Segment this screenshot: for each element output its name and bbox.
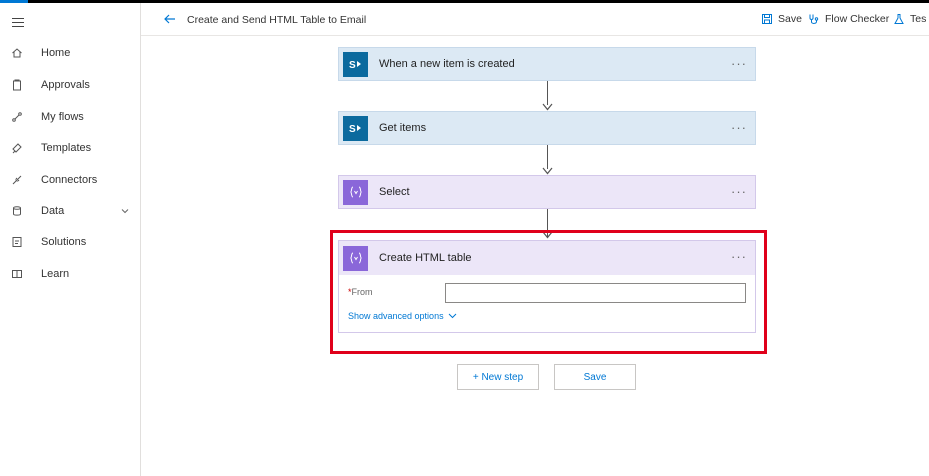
sidebar-item-my-flows[interactable]: My flows [0,106,140,128]
connector-line [547,81,548,105]
flow-step-get-items[interactable]: S Get items ··· [338,111,756,145]
sidebar-item-label: Solutions [41,236,87,248]
connector-line [547,145,548,169]
flow-step-trigger[interactable]: S When a new item is created ··· [338,47,756,81]
designer-header: Create and Send HTML Table to Email Save… [141,3,929,36]
step-header[interactable]: Create HTML table ··· [339,241,755,275]
connector-arrow-icon [542,103,553,111]
from-label: *From [348,287,373,297]
step-title: Create HTML table [379,252,472,264]
flow-checker-button[interactable]: Flow Checker [808,13,889,25]
more-options-icon[interactable]: ··· [731,120,747,135]
more-options-icon[interactable]: ··· [731,249,747,264]
new-step-button[interactable]: + New step [457,364,539,390]
data-icon [10,204,24,218]
connector-arrow-icon [542,167,553,175]
save-label: Save [778,13,802,25]
sidebar-item-label: Approvals [41,79,90,91]
sidebar-item-label: Learn [41,268,70,280]
flow-designer: Create and Send HTML Table to Email Save… [141,3,929,476]
data-operation-icon [343,245,368,271]
advanced-options-label: Show advanced options [348,311,444,321]
step-title: When a new item is created [379,58,515,70]
step-title: Get items [379,122,427,134]
flask-icon [894,14,904,24]
sidebar-item-label: Connectors [41,174,98,186]
save-icon [762,14,772,24]
flows-icon [10,110,24,124]
sidebar-item-templates[interactable]: Templates [0,137,140,159]
sharepoint-icon: S [343,51,368,77]
sidebar-item-connectors[interactable]: Connectors [0,169,140,191]
test-label: Tes [910,13,927,25]
home-icon [10,46,24,60]
flow-title: Create and Send HTML Table to Email [187,14,367,26]
sidebar: Home Approvals My flows Templates Connec… [0,3,141,476]
hamburger-menu-icon[interactable] [12,18,24,28]
sidebar-item-label: My flows [41,111,84,123]
flow-step-create-html-table: Create HTML table ··· *From Show advance… [338,240,756,333]
back-arrow-icon[interactable] [163,12,177,26]
svg-text:S: S [349,60,356,71]
flow-checker-label: Flow Checker [825,13,890,25]
step-title: Select [379,186,410,198]
sidebar-item-home[interactable]: Home [0,42,140,64]
save-flow-button[interactable]: Save [554,364,636,390]
sharepoint-icon: S [343,115,368,141]
solutions-icon [10,235,24,249]
flow-step-select[interactable]: Select ··· [338,175,756,209]
chevron-down-icon[interactable] [120,206,130,216]
stethoscope-icon [809,14,819,24]
show-advanced-options-link[interactable]: Show advanced options [348,311,457,321]
from-label-text: From [351,287,373,297]
sidebar-item-label: Templates [41,142,92,154]
chevron-down-icon [448,313,456,319]
sidebar-item-learn[interactable]: Learn [0,263,140,285]
sidebar-item-approvals[interactable]: Approvals [0,74,140,96]
connector-arrow-icon [542,231,553,239]
more-options-icon[interactable]: ··· [731,184,747,199]
more-options-icon[interactable]: ··· [731,56,747,71]
save-button[interactable]: Save [761,13,802,25]
connectors-icon [10,173,24,187]
approvals-icon [10,78,24,92]
sidebar-item-label: Data [41,205,65,217]
sidebar-item-label: Home [41,47,71,59]
sidebar-item-solutions[interactable]: Solutions [0,231,140,253]
learn-icon [10,267,24,281]
data-operation-icon [343,179,368,205]
sidebar-item-data[interactable]: Data [0,200,140,222]
test-button[interactable]: Tes [893,13,926,25]
templates-icon [10,141,24,155]
from-input[interactable] [445,283,746,303]
svg-text:S: S [349,124,356,135]
